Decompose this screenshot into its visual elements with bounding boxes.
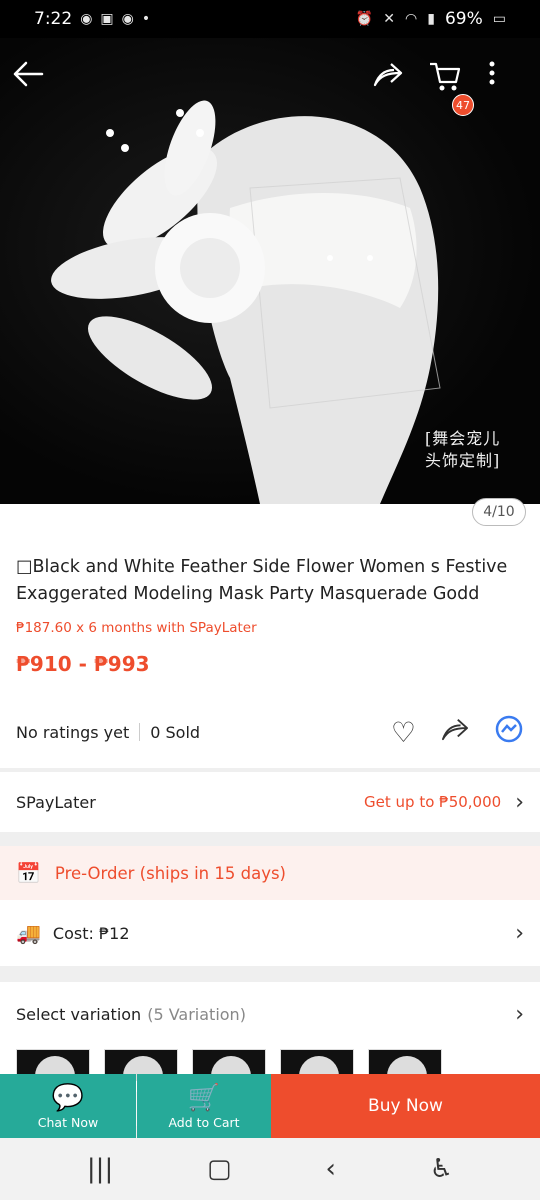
chat-now-button[interactable]: 💬 Chat Now: [0, 1074, 136, 1138]
back-icon[interactable]: ‹: [325, 1154, 335, 1184]
image-page-indicator: 4/10: [472, 498, 526, 526]
messenger-icon: ◉: [80, 11, 93, 27]
product-info: 4/10 □Black and White Feather Side Flowe…: [0, 498, 540, 768]
product-image[interactable]: 47 [舞会宠儿 头饰定制]: [0, 38, 540, 504]
chevron-right-icon: ›: [515, 920, 524, 946]
chevron-right-icon: ›: [515, 1002, 524, 1027]
status-bar: 7:22 ◉ ▣ ◉ • ⏰ ✕ ◠ ▮ 69% ▭: [0, 0, 540, 38]
buy-now-button[interactable]: Buy Now: [271, 1074, 540, 1138]
back-button[interactable]: [12, 60, 56, 104]
more-options-button[interactable]: [488, 60, 528, 104]
shipping-cost: Cost: ₱12: [52, 923, 130, 943]
recent-apps-icon[interactable]: |||: [87, 1154, 113, 1184]
add-cart-icon: 🛒: [187, 1082, 221, 1113]
alarm-icon: ⏰: [355, 11, 374, 27]
battery-icon: ▭: [492, 11, 506, 27]
dot-icon: •: [141, 11, 151, 27]
bottom-action-bar: 💬 Chat Now 🛒 Add to Cart Buy Now: [0, 1074, 540, 1138]
variation-count: (5 Variation): [147, 1005, 246, 1024]
ratings-text: No ratings yet: [16, 722, 130, 742]
heart-icon[interactable]: ♡: [391, 716, 416, 749]
add-to-cart-label: Add to Cart: [168, 1114, 240, 1130]
messenger-icon: ◉: [121, 11, 134, 27]
chat-icon: 💬: [51, 1082, 85, 1113]
calendar-icon: 📅: [16, 861, 41, 885]
wifi-icon: ◠: [405, 11, 418, 27]
cart-badge: 47: [452, 94, 474, 116]
shipping-row[interactable]: 🚚 Cost: ₱12 ›: [0, 900, 540, 966]
gallery-icon: ▣: [100, 11, 114, 27]
image-watermark: [舞会宠儿 头饰定制]: [425, 429, 501, 470]
messenger-icon[interactable]: [494, 714, 524, 751]
preorder-banner: 📅 Pre-Order (ships in 15 days): [0, 846, 540, 900]
spaylater-label: SPayLater: [16, 792, 96, 812]
mute-icon: ✕: [383, 11, 396, 27]
chat-now-label: Chat Now: [37, 1114, 99, 1130]
add-to-cart-button[interactable]: 🛒 Add to Cart: [137, 1074, 271, 1138]
buy-now-label: Buy Now: [368, 1096, 443, 1116]
signal-icon: ▮: [427, 11, 435, 27]
ratings-row: No ratings yet 0 Sold ♡: [16, 712, 524, 752]
accessibility-icon[interactable]: ♿: [430, 1154, 453, 1184]
product-page: 7:22 ◉ ▣ ◉ • ⏰ ✕ ◠ ▮ 69% ▭ 47 [舞会宠儿 头饰定制…: [0, 0, 540, 1200]
sold-count: 0 Sold: [150, 722, 201, 742]
clock: 7:22: [34, 9, 73, 29]
share-icon[interactable]: [440, 716, 470, 749]
installment-text[interactable]: ₱187.60 x 6 months with SPayLater: [16, 620, 257, 636]
cart-icon: [430, 62, 461, 91]
divider: [139, 723, 141, 741]
spaylater-offer: Get up to ₱50,000: [364, 793, 502, 811]
system-nav-bar: ||| ▢ ‹ ♿: [0, 1138, 540, 1200]
variation-label: Select variation: [16, 1005, 142, 1024]
truck-icon: 🚚: [16, 921, 41, 945]
spaylater-row[interactable]: SPayLater Get up to ₱50,000 ›: [0, 772, 540, 832]
battery-level: 69%: [444, 9, 483, 29]
share-icon: [373, 63, 403, 87]
product-title: □Black and White Feather Side Flower Wom…: [16, 557, 508, 604]
price-range: ₱910 - ₱993: [16, 652, 150, 676]
home-icon[interactable]: ▢: [207, 1154, 232, 1184]
more-vertical-icon: [489, 61, 495, 85]
preorder-text: Pre-Order (ships in 15 days): [54, 863, 286, 883]
chevron-right-icon: ›: [515, 789, 524, 815]
share-button[interactable]: [372, 60, 416, 104]
